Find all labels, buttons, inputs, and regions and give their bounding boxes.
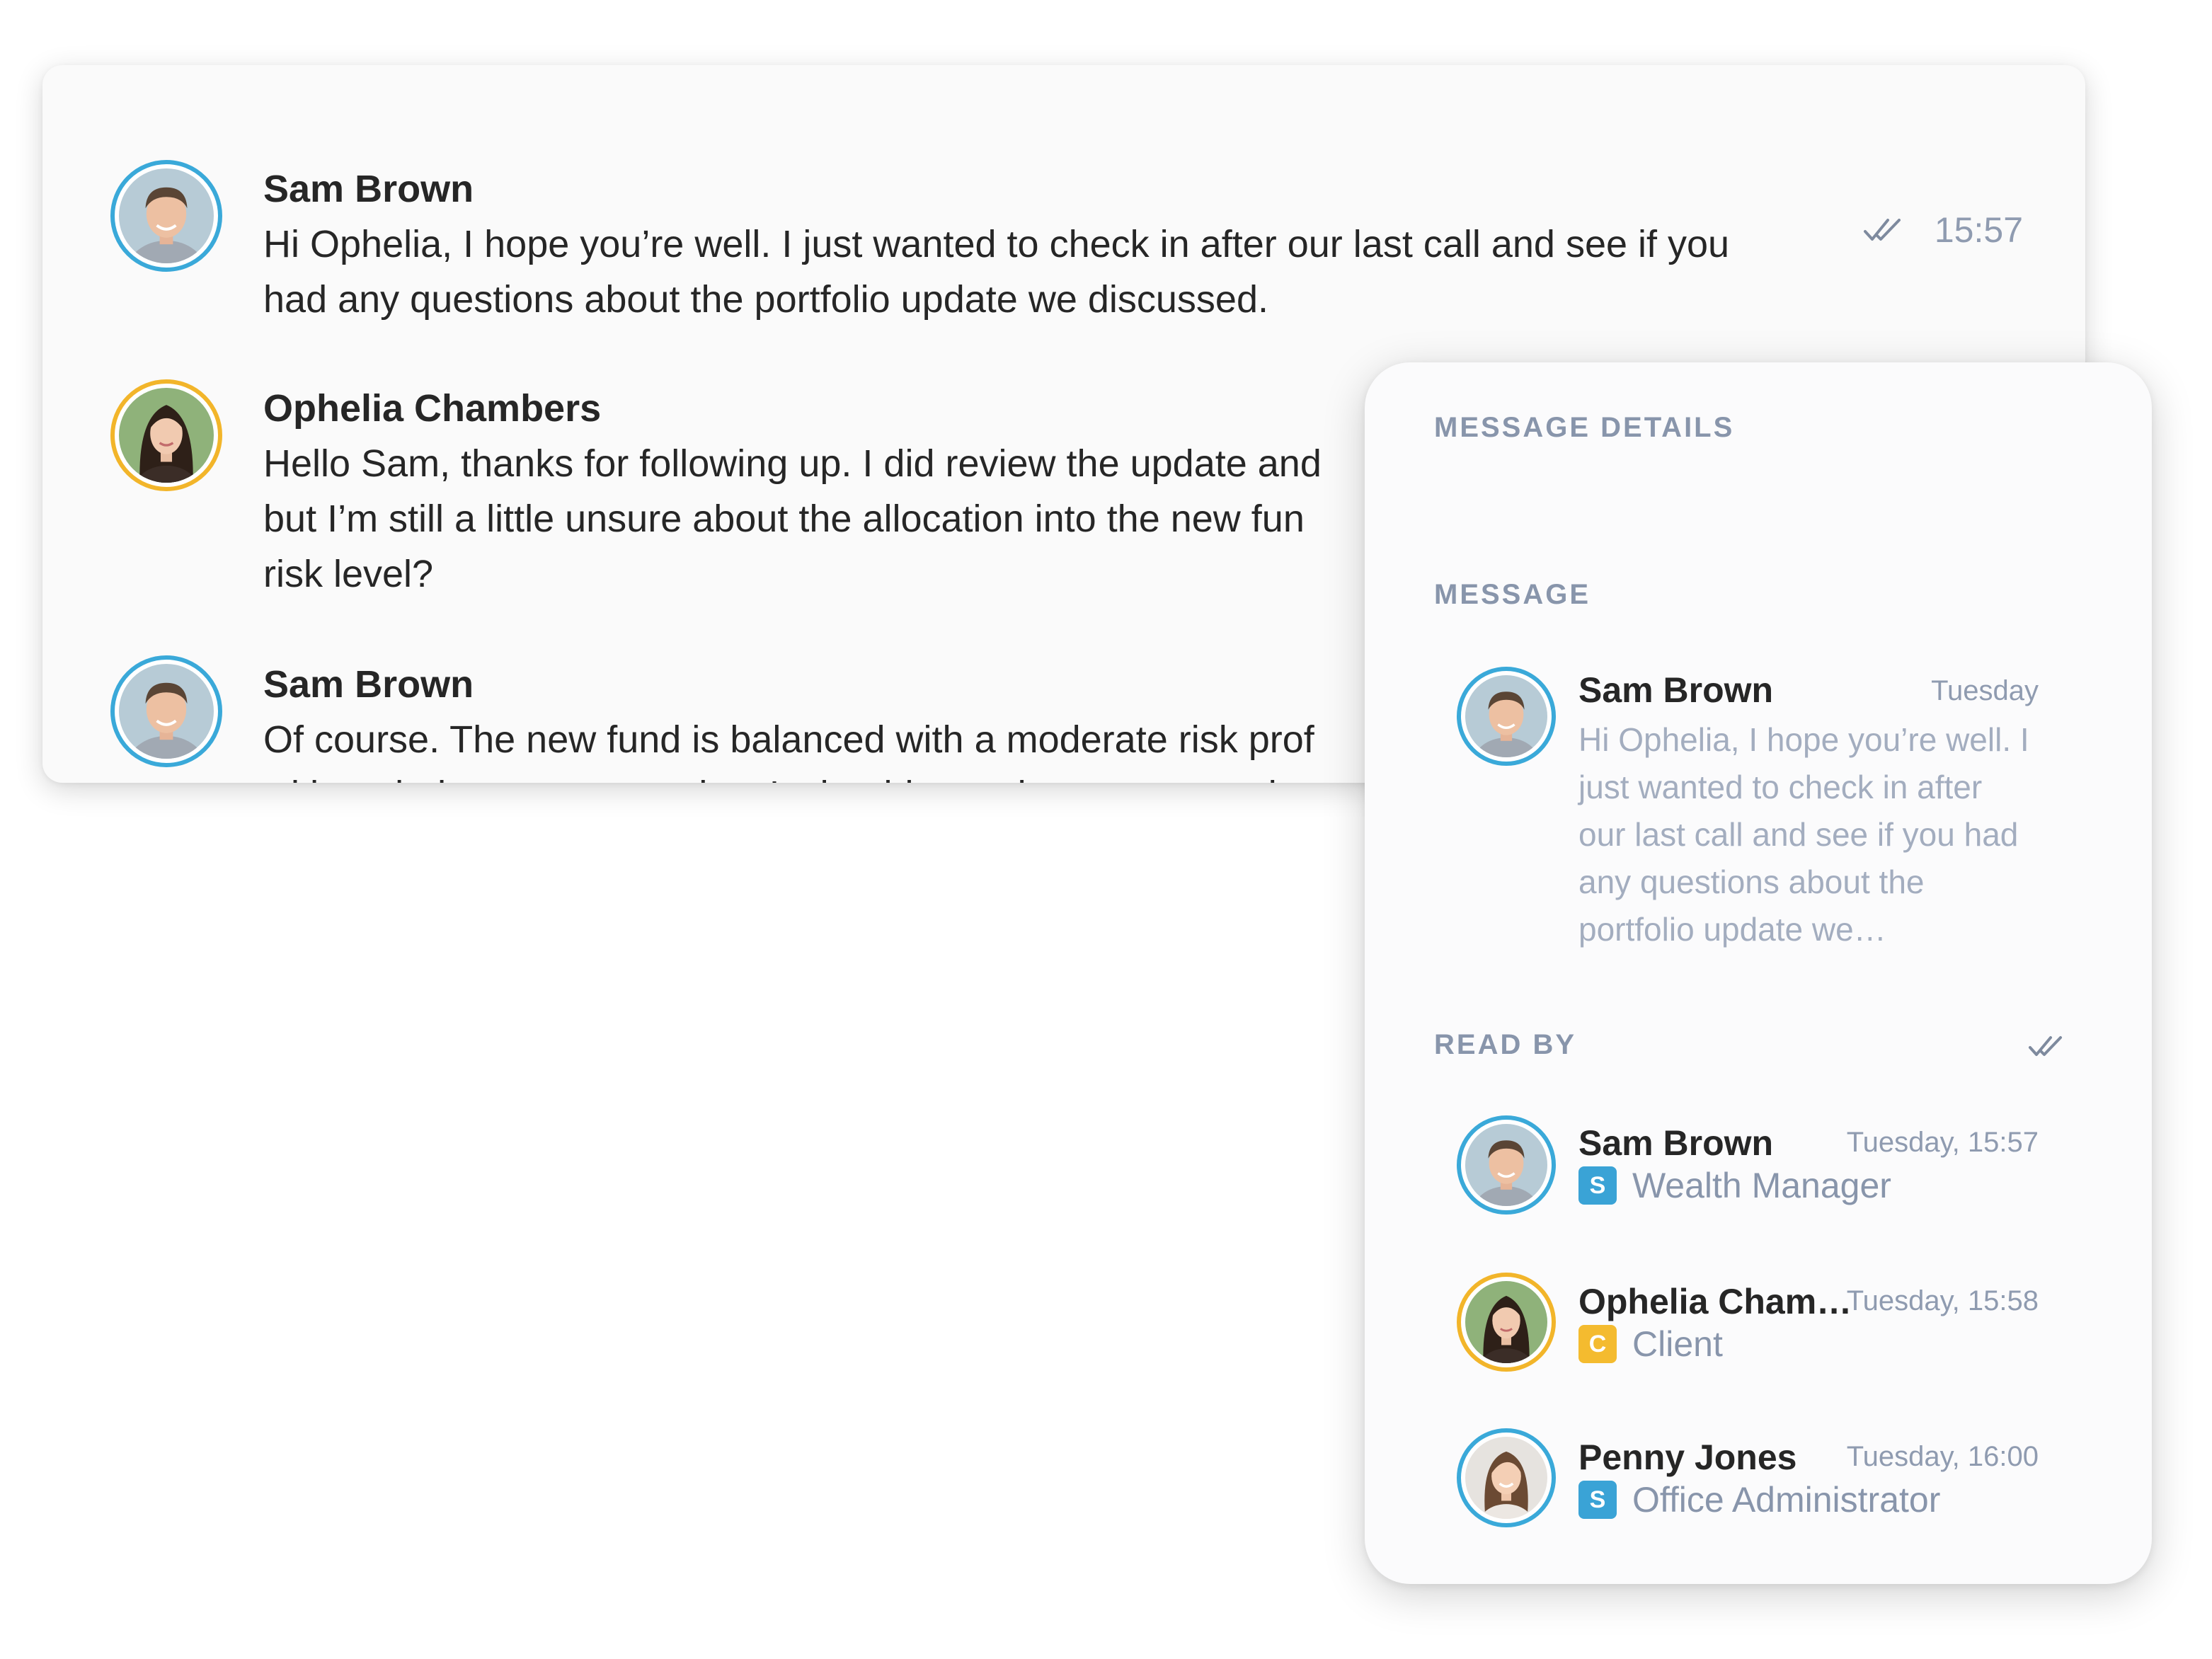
preview-line: portfolio update we… — [1578, 911, 1886, 948]
message-time: 15:57 — [1934, 210, 2023, 250]
reader-role: S Office Administrator — [1578, 1479, 1940, 1520]
role-badge: S — [1578, 1166, 1617, 1205]
reader-avatar-sam-brown[interactable] — [1457, 1115, 1556, 1215]
reader-avatar-ophelia-chambers[interactable] — [1457, 1273, 1556, 1372]
woman-avatar-icon — [1465, 1281, 1547, 1363]
reader-role: C Client — [1578, 1324, 1723, 1365]
reader-time: Tuesday, 15:58 — [1846, 1285, 2039, 1316]
reader-avatar-penny-jones[interactable] — [1457, 1428, 1556, 1527]
man-avatar-icon — [119, 168, 214, 263]
woman-avatar-icon — [119, 388, 214, 483]
preview-line: any questions about the — [1578, 863, 1925, 900]
message-line: Hi Ophelia, I hope you’re well. I just w… — [263, 223, 1730, 265]
role-label: Wealth Manager — [1632, 1166, 1891, 1205]
message-line: had any questions about the portfolio up… — [263, 278, 1268, 321]
man-avatar-icon — [119, 664, 214, 759]
message-section-label: MESSAGE — [1434, 579, 1591, 610]
message-details-panel: MESSAGE DETAILS MESSAGE Sam Brown Tuesda… — [1365, 362, 2152, 1584]
reader-name: Sam Brown — [1578, 1123, 1774, 1163]
role-badge: S — [1578, 1481, 1617, 1519]
double-check-icon — [1863, 219, 1901, 241]
preview-avatar — [1457, 667, 1556, 766]
avatar-sam-brown[interactable] — [110, 655, 222, 767]
message-sender: Sam Brown — [263, 168, 474, 210]
message-body: Hi Ophelia, I hope you’re well. I just w… — [263, 217, 1856, 327]
message-sender: Sam Brown — [263, 663, 474, 706]
preview-line: Hi Ophelia, I hope you’re well. I — [1578, 721, 2029, 758]
avatar-sam-brown[interactable] — [110, 160, 222, 272]
man-avatar-icon — [1465, 1124, 1547, 1206]
reader-name: Penny Jones — [1578, 1437, 1797, 1477]
role-badge: C — [1578, 1325, 1617, 1363]
details-title: MESSAGE DETAILS — [1434, 412, 1735, 443]
role-label: Client — [1632, 1324, 1723, 1364]
preview-line: just wanted to check in after — [1578, 769, 1983, 805]
stage: Sam Brown Hi Ophelia, I hope you’re well… — [0, 0, 2212, 1659]
man-avatar-icon — [1465, 675, 1547, 757]
message-meta: 15:57 — [1862, 209, 2023, 251]
preview-sender: Sam Brown — [1578, 670, 1774, 710]
reader-time: Tuesday, 15:57 — [1846, 1127, 2039, 1158]
reader-time: Tuesday, 16:00 — [1846, 1441, 2039, 1472]
woman-avatar-icon — [1465, 1437, 1547, 1519]
preview-line: our last call and see if you had — [1578, 816, 2019, 853]
reader-role: S Wealth Manager — [1578, 1165, 1891, 1206]
message-sender: Ophelia Chambers — [263, 387, 602, 430]
read-by-label: READ BY — [1434, 1029, 1577, 1060]
preview-date: Tuesday — [1931, 675, 2039, 706]
double-check-icon — [2029, 1036, 2062, 1056]
preview-text: Hi Ophelia, I hope you’re well. I just w… — [1578, 716, 2060, 953]
avatar-ophelia-chambers[interactable] — [110, 379, 222, 491]
reader-name: Ophelia Cham… — [1578, 1282, 1852, 1321]
role-label: Office Administrator — [1632, 1480, 1941, 1520]
